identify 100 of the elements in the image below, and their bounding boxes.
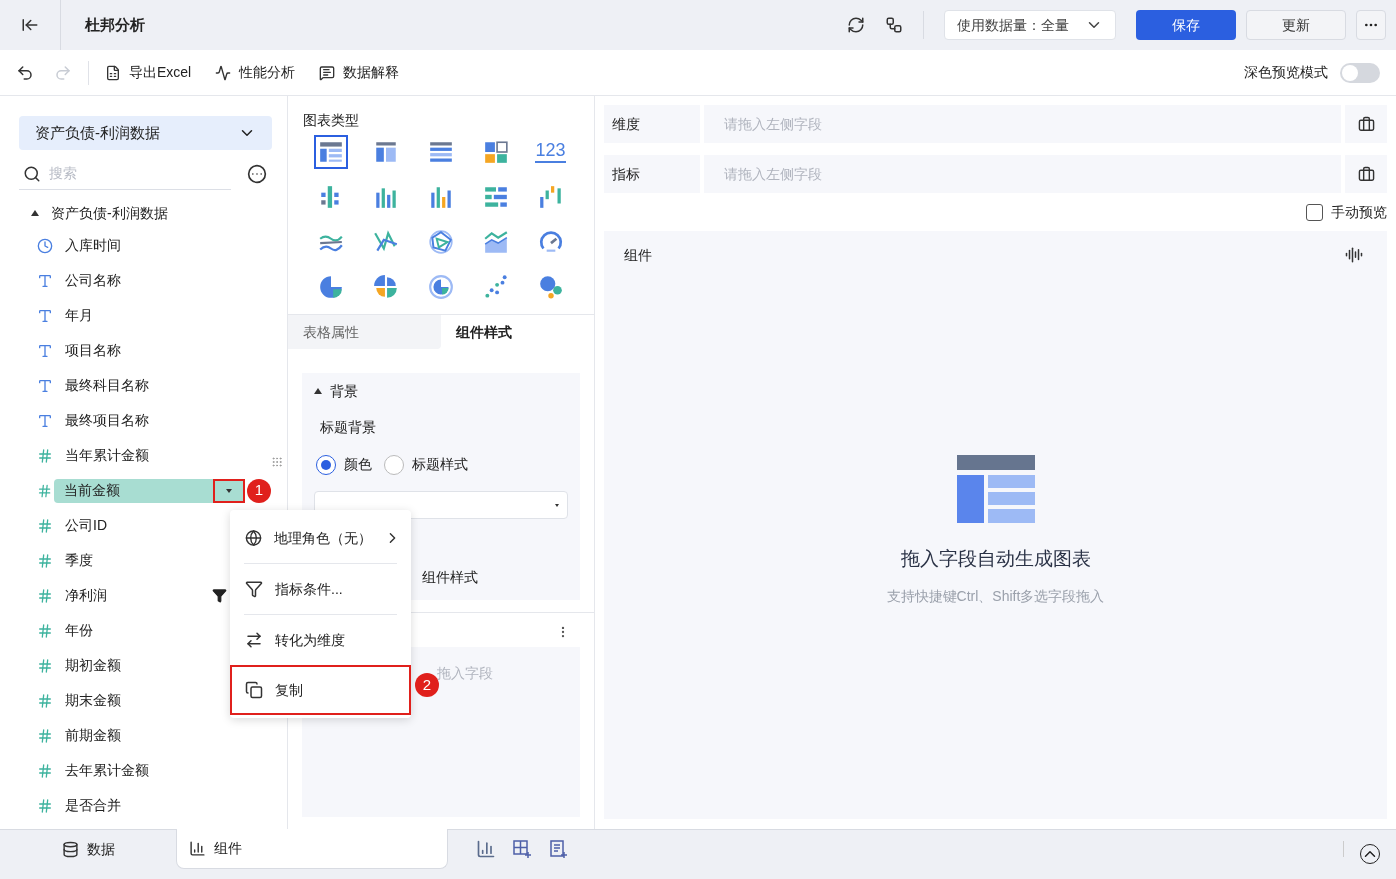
toolbar-button[interactable]: 性能分析: [215, 62, 296, 83]
scatter-chart-icon: [482, 274, 509, 300]
menu-item[interactable]: 转化为维度: [230, 615, 411, 665]
data-amount-dropdown[interactable]: 使用数据量：全量: [944, 10, 1116, 40]
spreadsheet-icon: [105, 64, 121, 81]
flow-icon[interactable]: [885, 16, 903, 34]
collapse-triangle-icon[interactable]: [314, 388, 322, 394]
bottom-tab[interactable]: 数据: [0, 829, 176, 869]
text-type-icon: [37, 342, 53, 359]
manual-preview-label: 手动预览: [1331, 202, 1387, 222]
drag-handle-icon[interactable]: [271, 456, 283, 468]
toolbar-button[interactable]: 数据解释: [319, 62, 400, 83]
horizontal-bar-chart-icon: [482, 184, 509, 210]
hash-icon: [37, 657, 53, 674]
menu-item[interactable]: 地理角色（无）: [230, 513, 411, 563]
dark-preview-switch[interactable]: [1340, 62, 1380, 83]
pie-chart-icon: [317, 274, 344, 300]
field-item[interactable]: 最终科目名称: [55, 373, 255, 398]
sound-bars-icon[interactable]: [1345, 246, 1363, 264]
add-chart-icon[interactable]: [476, 839, 496, 859]
toolbar-button[interactable]: 导出Excel: [105, 62, 192, 83]
page-title: 杜邦分析: [85, 14, 145, 35]
text-type-icon: [37, 307, 53, 324]
radio-option[interactable]: 标题样式: [384, 454, 468, 475]
field-item[interactable]: 是否合并: [55, 793, 255, 818]
waterfall-chart-icon: [537, 184, 564, 210]
block-chart-icon: [482, 139, 509, 165]
hash-icon: [37, 517, 53, 534]
hash-icon: [37, 727, 53, 744]
table-illustration-icon: [956, 455, 1035, 523]
detail-table-chart-icon: [427, 139, 454, 165]
field-label: 指标: [604, 155, 700, 193]
component-title: 组件: [624, 245, 652, 265]
field-item[interactable]: 入库时间: [55, 233, 255, 258]
briefcase-icon: [1357, 165, 1375, 183]
section-title: 图表类型: [303, 111, 360, 130]
undo-icon[interactable]: [16, 63, 34, 82]
field-item[interactable]: 当年累计金额: [55, 443, 255, 468]
clock-icon: [37, 237, 53, 254]
briefcase-icon: [1357, 115, 1375, 133]
add-grid-icon[interactable]: [512, 839, 532, 859]
search-icon[interactable]: [23, 164, 41, 183]
empty-state-title: 拖入字段自动生成图表: [900, 547, 1091, 571]
area-chart-icon: [482, 229, 509, 255]
empty-state-hint: 支持快捷键Ctrl、Shift多选字段拖入: [886, 586, 1105, 606]
hash-icon: [37, 482, 53, 499]
text-type-icon: [37, 377, 53, 394]
exit-icon[interactable]: [21, 16, 39, 34]
ring-chart-icon: [427, 274, 454, 300]
save-button[interactable]: 保存: [1136, 10, 1236, 40]
tree-node-label[interactable]: 资产负债-利润数据: [51, 202, 168, 224]
hash-icon: [37, 447, 53, 464]
pulse-chart-icon: [215, 64, 232, 81]
globe-icon: [245, 529, 262, 547]
field-item[interactable]: 前期金额: [55, 723, 255, 748]
subsection-title: 组件样式: [421, 568, 479, 587]
expand-triangle-icon[interactable]: [31, 210, 39, 216]
caret-down-button[interactable]: [213, 478, 245, 503]
field-settings-button[interactable]: [1345, 105, 1387, 143]
menu-item[interactable]: 复制: [230, 665, 411, 715]
step-number-badge: 1: [247, 478, 271, 503]
swap-arrows-icon: [245, 631, 263, 649]
chart-type-option[interactable]: 123: [533, 135, 568, 169]
hash-icon: [37, 797, 53, 814]
refresh-icon[interactable]: [847, 16, 865, 34]
bottom-tab[interactable]: 组件: [176, 829, 448, 869]
database-icon: [61, 840, 79, 858]
bubble-chart-icon: [537, 274, 564, 300]
hash-icon: [37, 692, 53, 709]
more-options-icon[interactable]: [247, 164, 267, 184]
property-tab[interactable]: 表格属性: [288, 315, 441, 349]
field-label: 维度: [604, 105, 700, 143]
drop-hint: 拖入字段: [437, 665, 493, 681]
hash-icon: [37, 622, 53, 639]
filter-icon: [245, 580, 263, 598]
dataset-dropdown[interactable]: 资产负债-利润数据: [19, 116, 272, 150]
dark-preview-label: 深色预览模式: [1244, 63, 1328, 82]
rose-chart-icon: [372, 274, 399, 300]
manual-preview-checkbox[interactable]: [1306, 203, 1323, 221]
radio-option[interactable]: 颜色: [316, 454, 372, 475]
field-item[interactable]: 最终项目名称: [55, 408, 255, 433]
field-settings-button[interactable]: [1345, 155, 1387, 193]
copy-icon: [245, 681, 263, 699]
add-list-icon[interactable]: [548, 839, 568, 859]
update-button[interactable]: 更新: [1246, 10, 1346, 40]
text-type-icon: [37, 412, 53, 429]
radar-chart-icon: [427, 229, 454, 255]
subsection-title: 标题背景: [319, 418, 377, 437]
field-item[interactable]: 当前金额: [54, 478, 245, 503]
field-item[interactable]: 项目名称: [55, 338, 255, 363]
search-field[interactable]: 搜索: [49, 163, 219, 184]
section-heading: 背景: [330, 381, 358, 401]
field-item[interactable]: 年月: [55, 303, 255, 328]
message-chart-icon: [319, 64, 336, 81]
field-item[interactable]: 公司名称: [55, 268, 255, 293]
gauge-chart-icon: [537, 229, 564, 255]
text-type-icon: [37, 272, 53, 289]
chart-type-option[interactable]: [313, 135, 348, 169]
field-item[interactable]: 去年累计金额: [55, 758, 255, 783]
table-chart-icon: [317, 139, 344, 165]
